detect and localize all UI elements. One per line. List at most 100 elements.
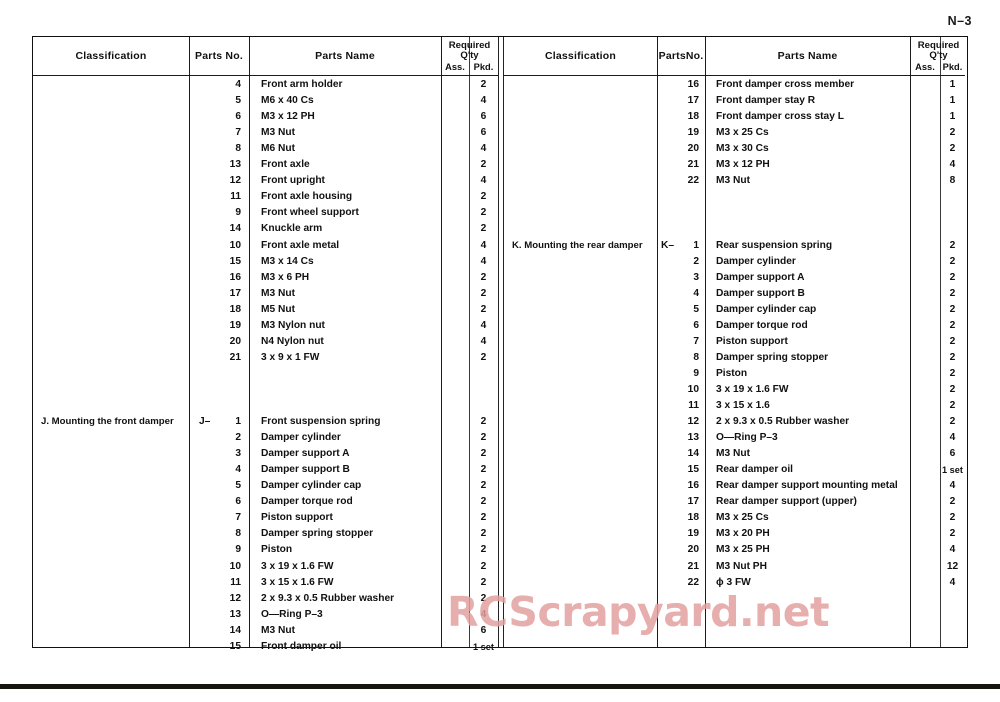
row-parts-no: 18 [687, 111, 699, 123]
header-ass-left: Ass. [445, 62, 465, 72]
row-qty-pkd: 2 [480, 512, 487, 524]
row-qty-pkd: 4 [480, 319, 487, 331]
right-table-half: Classification PartsNo. Parts Name Requi… [504, 37, 965, 647]
row-parts-no: 15 [229, 640, 241, 652]
row-qty-pkd: 4 [480, 143, 487, 155]
row-parts-name: M3 x 12 PH [716, 159, 770, 171]
row-parts-no: 16 [687, 79, 699, 90]
row-parts-no: 8 [693, 351, 699, 363]
row-parts-name: Rear damper support mounting metal [716, 480, 898, 492]
table-row: 16 M3 x 6 PH 2 [33, 270, 498, 286]
table-row: 5 M6 x 40 Cs 4 [33, 93, 498, 109]
row-parts-no: 17 [687, 496, 699, 508]
row-parts-no: 10 [229, 560, 241, 572]
row-parts-no: 6 [693, 319, 699, 331]
row-qty-pkd: 2 [480, 191, 487, 203]
row-parts-no: 2 [693, 255, 699, 267]
row-parts-no: 11 [688, 400, 699, 411]
row-qty-pkd: 4 [480, 608, 487, 620]
row-parts-no: 11 [230, 191, 241, 203]
row-qty-pkd: 4 [480, 255, 487, 267]
page-number: N–3 [947, 14, 972, 28]
table-row: 14 M3 Nut 6 [33, 623, 498, 639]
row-parts-name: Damper torque rod [261, 496, 353, 508]
table-row: 5 Damper cylinder cap 2 [504, 302, 965, 318]
row-qty-pkd: 2 [949, 335, 956, 347]
row-parts-no: 19 [687, 127, 699, 139]
row-qty-pkd: 6 [480, 111, 487, 123]
row-parts-no: 8 [235, 528, 241, 540]
row-parts-no: 21 [229, 351, 241, 363]
parts-list-table: Classification Parts No. Parts Name Requ… [32, 36, 968, 652]
header-bottom-rule-left [33, 75, 498, 76]
row-parts-name: Piston support [261, 512, 333, 524]
row-parts-name: Damper support A [716, 271, 805, 283]
table-row: 5 Damper cylinder cap 2 [33, 478, 498, 494]
row-parts-name: ϕ 3 FW [716, 576, 751, 588]
table-row: 16 Front damper cross member 1 [504, 77, 965, 93]
row-qty-pkd: 2 [949, 303, 956, 315]
row-parts-name: Damper support A [261, 448, 350, 460]
row-classification: J. Mounting the front damper [41, 416, 174, 428]
header-pkd-left: Pkd. [473, 62, 494, 72]
row-parts-no: 4 [235, 464, 241, 476]
row-parts-no: 22 [687, 175, 699, 187]
table-row: 12 2 x 9.3 x 0.5 Rubber washer 2 [33, 591, 498, 607]
row-qty-pkd: 2 [949, 143, 956, 155]
row-parts-no: 12 [687, 416, 699, 428]
table-row: 12 2 x 9.3 x 0.5 Rubber washer 2 [504, 414, 965, 430]
table-row: 6 Damper torque rod 2 [504, 318, 965, 334]
table-row: 11 3 x 15 x 1.6 2 [504, 398, 965, 414]
row-parts-no: 21 [687, 159, 699, 171]
row-parts-no: 10 [687, 383, 699, 395]
row-parts-no: 7 [235, 127, 241, 139]
row-qty-pkd: 2 [949, 255, 956, 267]
scan-edge-bar [0, 684, 1000, 689]
row-parts-name: M3 x 25 Cs [716, 512, 769, 524]
header-qty-right: Q'ty [929, 50, 948, 61]
row-parts-name: M3 x 30 Cs [716, 143, 769, 155]
row-qty-pkd: 2 [480, 303, 487, 315]
table-row [504, 205, 965, 221]
row-parts-no: 17 [229, 287, 241, 299]
row-parts-name: M3 Nut [261, 287, 295, 299]
row-parts-name: M3 Nut [716, 448, 750, 460]
row-parts-no: 4 [235, 79, 241, 90]
row-parts-name: M6 x 40 Cs [261, 95, 314, 107]
row-classification: K. Mounting the rear damper [512, 239, 643, 251]
row-parts-no: 12 [229, 175, 241, 187]
table-row: 13 Front axle 2 [33, 157, 498, 173]
table-row: 3 Damper support A 2 [33, 446, 498, 462]
table-row: 11 Front axle housing 2 [33, 189, 498, 205]
row-qty-pkd: 2 [480, 544, 487, 556]
row-qty-pkd: 2 [480, 416, 487, 428]
row-parts-name: Front damper cross member [716, 79, 855, 90]
row-parts-name: Damper cylinder cap [261, 480, 362, 492]
row-parts-no: 20 [229, 335, 241, 347]
table-row: 15 M3 x 14 Cs 4 [33, 254, 498, 270]
table-row [504, 189, 965, 205]
table-row: 4 Front arm holder 2 [33, 77, 498, 93]
table-row: 13 O—Ring P–3 4 [33, 607, 498, 623]
row-qty-pkd: 2 [480, 432, 487, 444]
row-parts-no: 20 [687, 143, 699, 155]
row-qty-pkd: 1 [949, 95, 956, 107]
row-qty-pkd: 4 [949, 480, 956, 492]
row-parts-name: M3 x 12 PH [261, 111, 315, 123]
table-row [33, 398, 498, 414]
table-row: 17 Front damper stay R 1 [504, 93, 965, 109]
row-parts-name: Front axle housing [261, 191, 353, 203]
row-parts-no: 9 [693, 367, 699, 379]
row-qty-pkd: 4 [480, 239, 487, 251]
row-parts-no: 3 [693, 271, 699, 283]
row-parts-name: Damper support B [261, 464, 350, 476]
row-parts-name: 3 x 9 x 1 FW [261, 351, 320, 363]
row-parts-name: M6 Nut [261, 143, 295, 155]
row-parts-name: 3 x 15 x 1.6 [716, 400, 770, 411]
row-qty-pkd: 2 [480, 560, 487, 572]
row-parts-name: M3 x 6 PH [261, 271, 310, 283]
row-parts-no: 4 [693, 287, 699, 299]
row-parts-no: 10 [229, 239, 241, 251]
row-parts-no: 18 [229, 303, 241, 315]
table-row [504, 221, 965, 237]
